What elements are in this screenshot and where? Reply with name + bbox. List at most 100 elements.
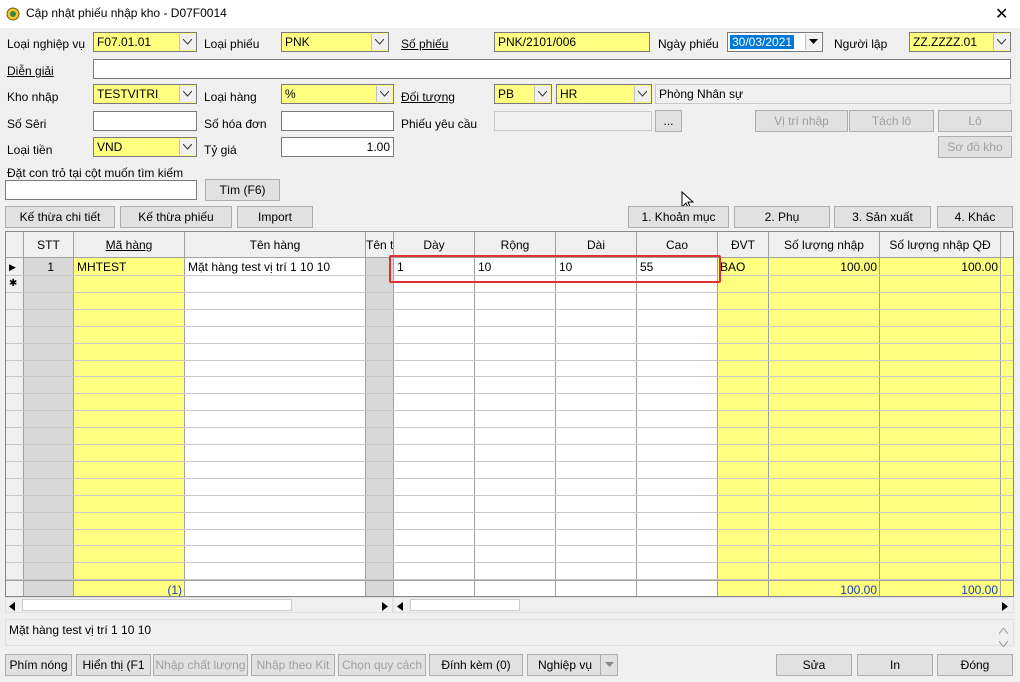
- grid-header-sl-nhap-qd[interactable]: Số lượng nhập QĐ: [880, 232, 1001, 258]
- so-hoa-don-label: Số hóa đơn: [204, 117, 267, 131]
- tab-khac[interactable]: 4. Khác: [937, 206, 1013, 228]
- grid-col-sl-nhap: [769, 232, 880, 596]
- grid-col-ten-hang: [185, 232, 366, 596]
- search-hint-label: Đặt con trỏ tại cột muốn tìm kiếm: [7, 166, 184, 180]
- dinh-kem-button[interactable]: Đính kèm (0): [429, 654, 523, 676]
- tab-san-xuat[interactable]: 3. Sản xuất: [834, 206, 931, 228]
- chevron-down-icon[interactable]: [376, 86, 392, 102]
- phim-nong-button[interactable]: Phím nóng: [5, 654, 72, 676]
- grid-row-line: [6, 529, 1013, 530]
- hien-thi-button[interactable]: Hiển thị (F1: [76, 654, 151, 676]
- left-horizontal-scrollbar[interactable]: [5, 597, 393, 613]
- so-seri-field[interactable]: [93, 111, 197, 131]
- tab-phu[interactable]: 2. Phụ: [734, 206, 830, 228]
- chevron-down-icon[interactable]: [179, 34, 195, 50]
- grid-row-line: [6, 545, 1013, 546]
- chevron-down-icon[interactable]: [179, 139, 195, 155]
- so-phieu-label[interactable]: Số phiếu: [401, 37, 448, 51]
- loai-nghiep-vu-combo[interactable]: F07.01.01: [93, 32, 197, 52]
- phieu-yeu-cau-browse-button[interactable]: ...: [655, 110, 682, 132]
- detail-grid[interactable]: STT Mã hàng Tên hàng Tên t Dày Rộng Dài …: [5, 231, 1014, 597]
- scroll-thumb[interactable]: [22, 599, 292, 611]
- ke-thua-phieu-button[interactable]: Kế thừa phiếu: [120, 206, 232, 228]
- dien-giai-field[interactable]: [93, 59, 1011, 79]
- chon-quy-cach-button[interactable]: Chọn quy cách: [338, 654, 426, 676]
- grid-header-dvt[interactable]: ĐVT: [718, 232, 769, 258]
- loai-tien-combo[interactable]: VND: [93, 137, 197, 157]
- grid-row-line: [6, 343, 1013, 344]
- loai-hang-label: Loại hàng: [204, 90, 257, 104]
- grid-header-corner: [6, 232, 24, 258]
- import-button[interactable]: Import: [237, 206, 313, 228]
- cell-stt[interactable]: 1: [24, 258, 74, 276]
- cell-sl-nhap[interactable]: 100.00: [769, 258, 880, 276]
- dong-button[interactable]: Đóng: [937, 654, 1013, 676]
- close-icon[interactable]: ✕: [995, 4, 1008, 24]
- loai-phieu-combo[interactable]: PNK: [281, 32, 389, 52]
- search-input[interactable]: [5, 180, 197, 200]
- grid-col-stt: [24, 232, 74, 596]
- nguoi-lap-combo[interactable]: ZZ.ZZZZ.01: [909, 32, 1011, 52]
- scroll-up-icon[interactable]: [998, 623, 1009, 637]
- scroll-thumb[interactable]: [410, 599, 520, 611]
- loai-nghiep-vu-label: Loại nghiệp vụ: [7, 37, 86, 51]
- sua-button[interactable]: Sửa: [776, 654, 852, 676]
- scroll-left-icon[interactable]: [397, 600, 403, 614]
- grid-row-line: [6, 376, 1013, 377]
- grid-header-ten-hang[interactable]: Tên hàng: [185, 232, 366, 258]
- chevron-down-icon[interactable]: [534, 86, 550, 102]
- window-title: Cập nhật phiếu nhập kho - D07F0014: [26, 6, 227, 20]
- calendar-dropdown-icon[interactable]: [805, 34, 821, 50]
- chevron-down-icon[interactable]: [179, 86, 195, 102]
- chevron-down-icon[interactable]: [634, 86, 650, 102]
- footer-sl-nhap: 100.00: [840, 583, 877, 597]
- chevron-down-icon[interactable]: [993, 34, 1009, 50]
- grid-row-line: [6, 478, 1013, 479]
- ngay-phieu-date[interactable]: 30/03/2021: [727, 32, 823, 52]
- grid-row-line: [6, 326, 1013, 327]
- grid-header-ma-hang[interactable]: Mã hàng: [74, 232, 185, 258]
- lo-button[interactable]: Lô: [938, 110, 1012, 132]
- cell-dvt[interactable]: BAO: [718, 258, 769, 276]
- nhap-theo-kit-button[interactable]: Nhập theo Kit: [251, 654, 335, 676]
- dropdown-arrow-icon[interactable]: [600, 655, 617, 675]
- ty-gia-field[interactable]: 1.00: [281, 137, 394, 157]
- scroll-right-icon[interactable]: [1002, 600, 1008, 614]
- tab-khoan-muc[interactable]: 1. Khoản mục: [628, 206, 729, 228]
- loai-hang-combo[interactable]: %: [281, 84, 394, 104]
- grid-header-stt[interactable]: STT: [24, 232, 74, 258]
- footer-count: (1): [167, 583, 182, 597]
- doi-tuong-label[interactable]: Đối tượng: [401, 90, 455, 104]
- loai-phieu-label: Loại phiếu: [204, 37, 260, 51]
- scroll-right-icon[interactable]: [382, 600, 388, 614]
- in-button[interactable]: In: [857, 654, 933, 676]
- cell-ten-hang[interactable]: Mặt hàng test vị trí 1 10 10: [185, 258, 366, 276]
- grid-footer: (1) 100.00 100.00: [6, 580, 1013, 597]
- description-text: Mặt hàng test vị trí 1 10 10: [9, 623, 152, 637]
- kho-nhap-combo[interactable]: TESTVITRI: [93, 84, 197, 104]
- kho-nhap-label: Kho nhập: [7, 90, 59, 104]
- cell-sl-nhap-qd[interactable]: 100.00: [880, 258, 1001, 276]
- doi-tuong-code-combo[interactable]: HR: [556, 84, 652, 104]
- doi-tuong-type-combo[interactable]: PB: [494, 84, 552, 104]
- scroll-left-icon[interactable]: [9, 600, 15, 614]
- scroll-down-icon[interactable]: [998, 636, 1009, 650]
- chevron-down-icon[interactable]: [371, 34, 387, 50]
- so-hoa-don-field[interactable]: [281, 111, 394, 131]
- cell-ma-hang[interactable]: MHTEST: [74, 258, 185, 276]
- so-do-kho-button[interactable]: Sơ đồ kho: [938, 136, 1012, 158]
- tach-lo-button[interactable]: Tách lô: [849, 110, 934, 132]
- nghiep-vu-button[interactable]: Nghiệp vụ: [527, 654, 618, 676]
- grid-header-sl-nhap[interactable]: Số lượng nhập: [769, 232, 880, 258]
- phieu-yeu-cau-label: Phiếu yêu cầu: [401, 117, 478, 131]
- dien-giai-label[interactable]: Diễn giải: [7, 64, 54, 78]
- description-area[interactable]: Mặt hàng test vị trí 1 10 10: [5, 619, 1014, 648]
- grid-col-ten-t: [366, 232, 394, 596]
- grid-row-line: [6, 393, 1013, 394]
- nhap-chat-luong-button[interactable]: Nhập chất lượng: [153, 654, 248, 676]
- right-horizontal-scrollbar[interactable]: [393, 597, 1014, 613]
- vi-tri-nhap-button[interactable]: Vị trí nhập: [755, 110, 848, 132]
- ke-thua-chi-tiet-button[interactable]: Kế thừa chi tiết: [5, 206, 115, 228]
- so-phieu-field[interactable]: PNK/2101/006: [494, 32, 650, 52]
- tim-button[interactable]: Tìm (F6): [205, 179, 280, 201]
